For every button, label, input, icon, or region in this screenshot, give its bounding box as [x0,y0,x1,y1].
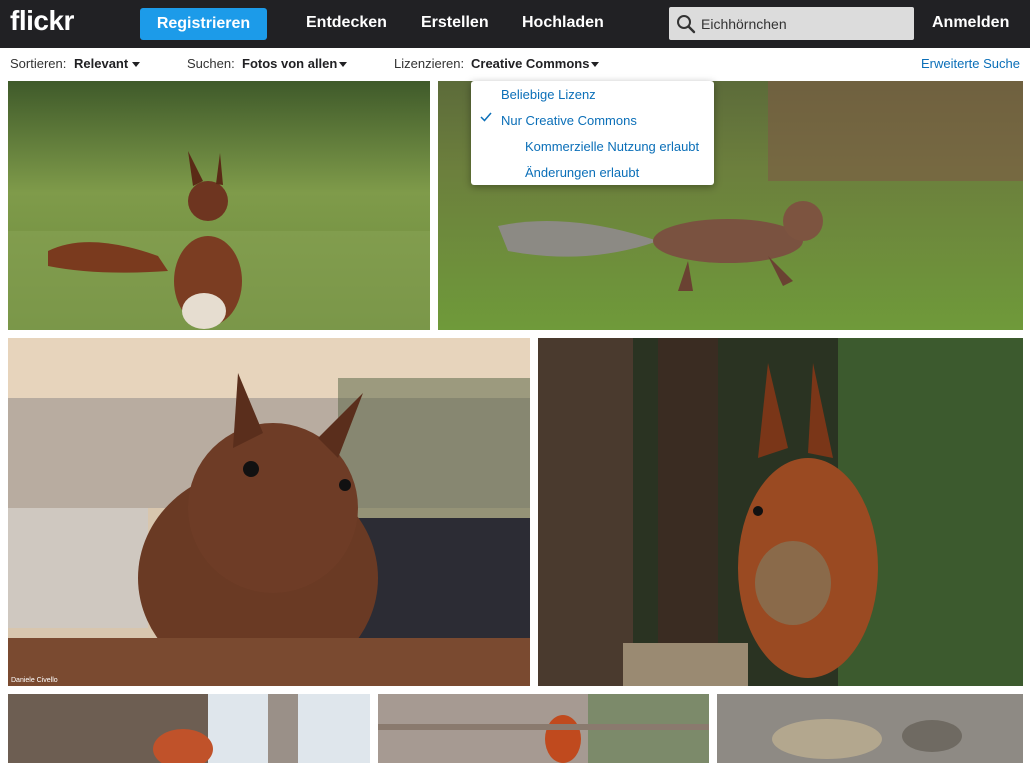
license-option-commercial[interactable]: Kommerzielle Nutzung erlaubt [525,139,699,154]
license-dropdown-menu: Beliebige Lizenz Nur Creative Commons Ko… [471,81,714,185]
bird-photo-7 [717,694,1023,763]
license-label: Lizenzieren: [394,56,465,71]
license-option-modifications[interactable]: Änderungen erlaubt [525,165,639,180]
search-input-value: Eichhörnchen [701,16,787,32]
search-scope-dropdown[interactable]: Fotos von allen [242,56,337,71]
search-icon[interactable] [676,14,696,34]
license-option-cc-only[interactable]: Nur Creative Commons [501,113,637,128]
sort-chevron-down-icon[interactable] [132,62,140,67]
search-input[interactable]: Eichhörnchen [669,7,914,40]
squirrel-photo-6 [378,694,709,763]
nav-create[interactable]: Erstellen [421,14,489,32]
license-chevron-down-icon[interactable] [591,62,599,67]
license-option-any[interactable]: Beliebige Lizenz [501,87,596,102]
squirrel-photo-3 [8,338,530,686]
register-button[interactable]: Registrieren [140,8,267,40]
squirrel-photo-4 [538,338,1023,686]
photo-credit: Daniele Civello [11,677,58,684]
nav-upload[interactable]: Hochladen [522,14,604,32]
advanced-search-link[interactable]: Erweiterte Suche [921,56,1020,71]
check-icon [480,112,492,122]
squirrel-photo-5 [8,694,370,763]
photo-squirrel-eating-nut[interactable] [538,338,1023,686]
squirrel-photo-1 [8,81,430,330]
sort-dropdown[interactable]: Relevant [74,56,128,71]
photo-bird-ground[interactable] [717,694,1023,763]
search-scope-chevron-down-icon[interactable] [339,62,347,67]
license-dropdown[interactable]: Creative Commons [471,56,589,71]
photo-squirrel-sitting-grass[interactable] [8,81,430,330]
filter-bar: Sortieren: Relevant Suchen: Fotos von al… [0,48,1030,80]
photo-squirrel-branch[interactable] [378,694,709,763]
photo-squirrel-tree-trunk[interactable] [8,694,370,763]
nav-discover[interactable]: Entdecken [306,14,387,32]
sort-label: Sortieren: [10,56,67,71]
flickr-logo[interactable]: flickr [10,5,74,37]
top-nav-bar: flickr Registrieren Entdecken Erstellen … [0,0,1030,48]
signin-link[interactable]: Anmelden [932,14,1009,32]
search-scope-label: Suchen: [187,56,235,71]
photo-squirrel-closeup[interactable]: Daniele Civello [8,338,530,686]
